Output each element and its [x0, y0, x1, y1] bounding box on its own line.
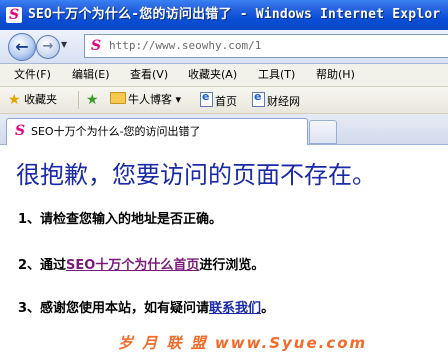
tab-title: SEO十万个为什么-您的访问出错了: [31, 125, 201, 138]
separator: [78, 91, 79, 109]
forward-button[interactable]: →: [36, 35, 60, 59]
folder-icon: [110, 92, 126, 104]
favorite-item-niuren-blog[interactable]: 牛人博客 ▾: [110, 92, 181, 108]
favorite-label: 财经网: [267, 95, 300, 108]
watermark: 岁 月 联 盟 www.Syue.com: [118, 334, 368, 352]
back-button[interactable]: ←: [8, 33, 36, 61]
error-heading: 很抱歉，您要访问的页面不存在。: [16, 161, 376, 189]
new-tab-button[interactable]: [309, 120, 337, 144]
contact-us-link[interactable]: 联系我们: [209, 301, 261, 316]
favorites-button[interactable]: ★ 收藏夹: [8, 92, 57, 108]
favorite-item-caijing[interactable]: 财经网: [252, 90, 300, 110]
window-title-bar[interactable]: S SEO十万个为什么-您的访问出错了 - Windows Internet E…: [0, 0, 448, 30]
forward-arrow-icon: →: [42, 39, 54, 54]
hint-text: 。: [261, 301, 275, 316]
menu-tools[interactable]: 工具(T): [258, 67, 295, 83]
home-link[interactable]: SEO十万个为什么首页: [66, 258, 199, 273]
address-url[interactable]: http://www.seowhy.com/1: [109, 39, 261, 53]
ie-page-icon: [200, 90, 213, 107]
menu-favorites[interactable]: 收藏夹(A): [188, 67, 237, 83]
favorites-label: 收藏夹: [24, 93, 58, 106]
menu-help[interactable]: 帮助(H): [316, 67, 355, 83]
menu-view[interactable]: 查看(V): [130, 67, 168, 83]
site-logo-icon: S: [6, 7, 22, 23]
hint-text: 3、感谢您使用本站，如有疑问请: [18, 301, 210, 316]
window-title: SEO十万个为什么-您的访问出错了 - Windows Internet Exp…: [28, 7, 441, 22]
menu-bar: 文件(F) 编辑(E) 查看(V) 收藏夹(A) 工具(T) 帮助(H): [0, 64, 448, 87]
page-content: 很抱歉，您要访问的页面不存在。 1、请检查您输入的地址是否正确。 2、通过SEO…: [0, 145, 448, 353]
tab-bar: S SEO十万个为什么-您的访问出错了: [0, 114, 448, 145]
favorite-label: 首页: [215, 95, 237, 108]
add-favorite-button[interactable]: ★: [86, 92, 99, 108]
back-arrow-icon: ←: [15, 37, 29, 56]
recent-pages-dropdown-icon[interactable]: ▼: [61, 40, 67, 49]
menu-edit[interactable]: 编辑(E): [72, 67, 110, 83]
tab-current[interactable]: S SEO十万个为什么-您的访问出错了: [6, 118, 308, 145]
hint-text: 进行浏览。: [199, 258, 265, 273]
add-favorite-icon: ★: [86, 92, 99, 108]
favorite-label: 牛人博客 ▾: [128, 93, 182, 106]
site-favicon-icon: S: [14, 123, 26, 139]
address-bar[interactable]: S http://www.seowhy.com/1: [84, 34, 448, 58]
hint-check-address: 1、请检查您输入的地址是否正确。: [18, 212, 223, 227]
menu-file[interactable]: 文件(F): [14, 67, 51, 83]
site-favicon-icon: S: [90, 38, 102, 54]
favorites-bar: ★ 收藏夹 ★ 牛人博客 ▾ 首页 财经网: [0, 87, 448, 114]
hint-text: 2、通过: [18, 258, 67, 273]
ie-page-icon: [252, 90, 265, 107]
favorites-star-icon: ★: [8, 92, 21, 108]
favorite-item-home[interactable]: 首页: [200, 90, 237, 110]
hint-contact: 3、感谢您使用本站，如有疑问请联系我们。: [18, 300, 274, 318]
navigation-bar: ← → ▼ S http://www.seowhy.com/1: [0, 30, 448, 64]
hint-visit-home: 2、通过SEO十万个为什么首页进行浏览。: [18, 257, 264, 275]
